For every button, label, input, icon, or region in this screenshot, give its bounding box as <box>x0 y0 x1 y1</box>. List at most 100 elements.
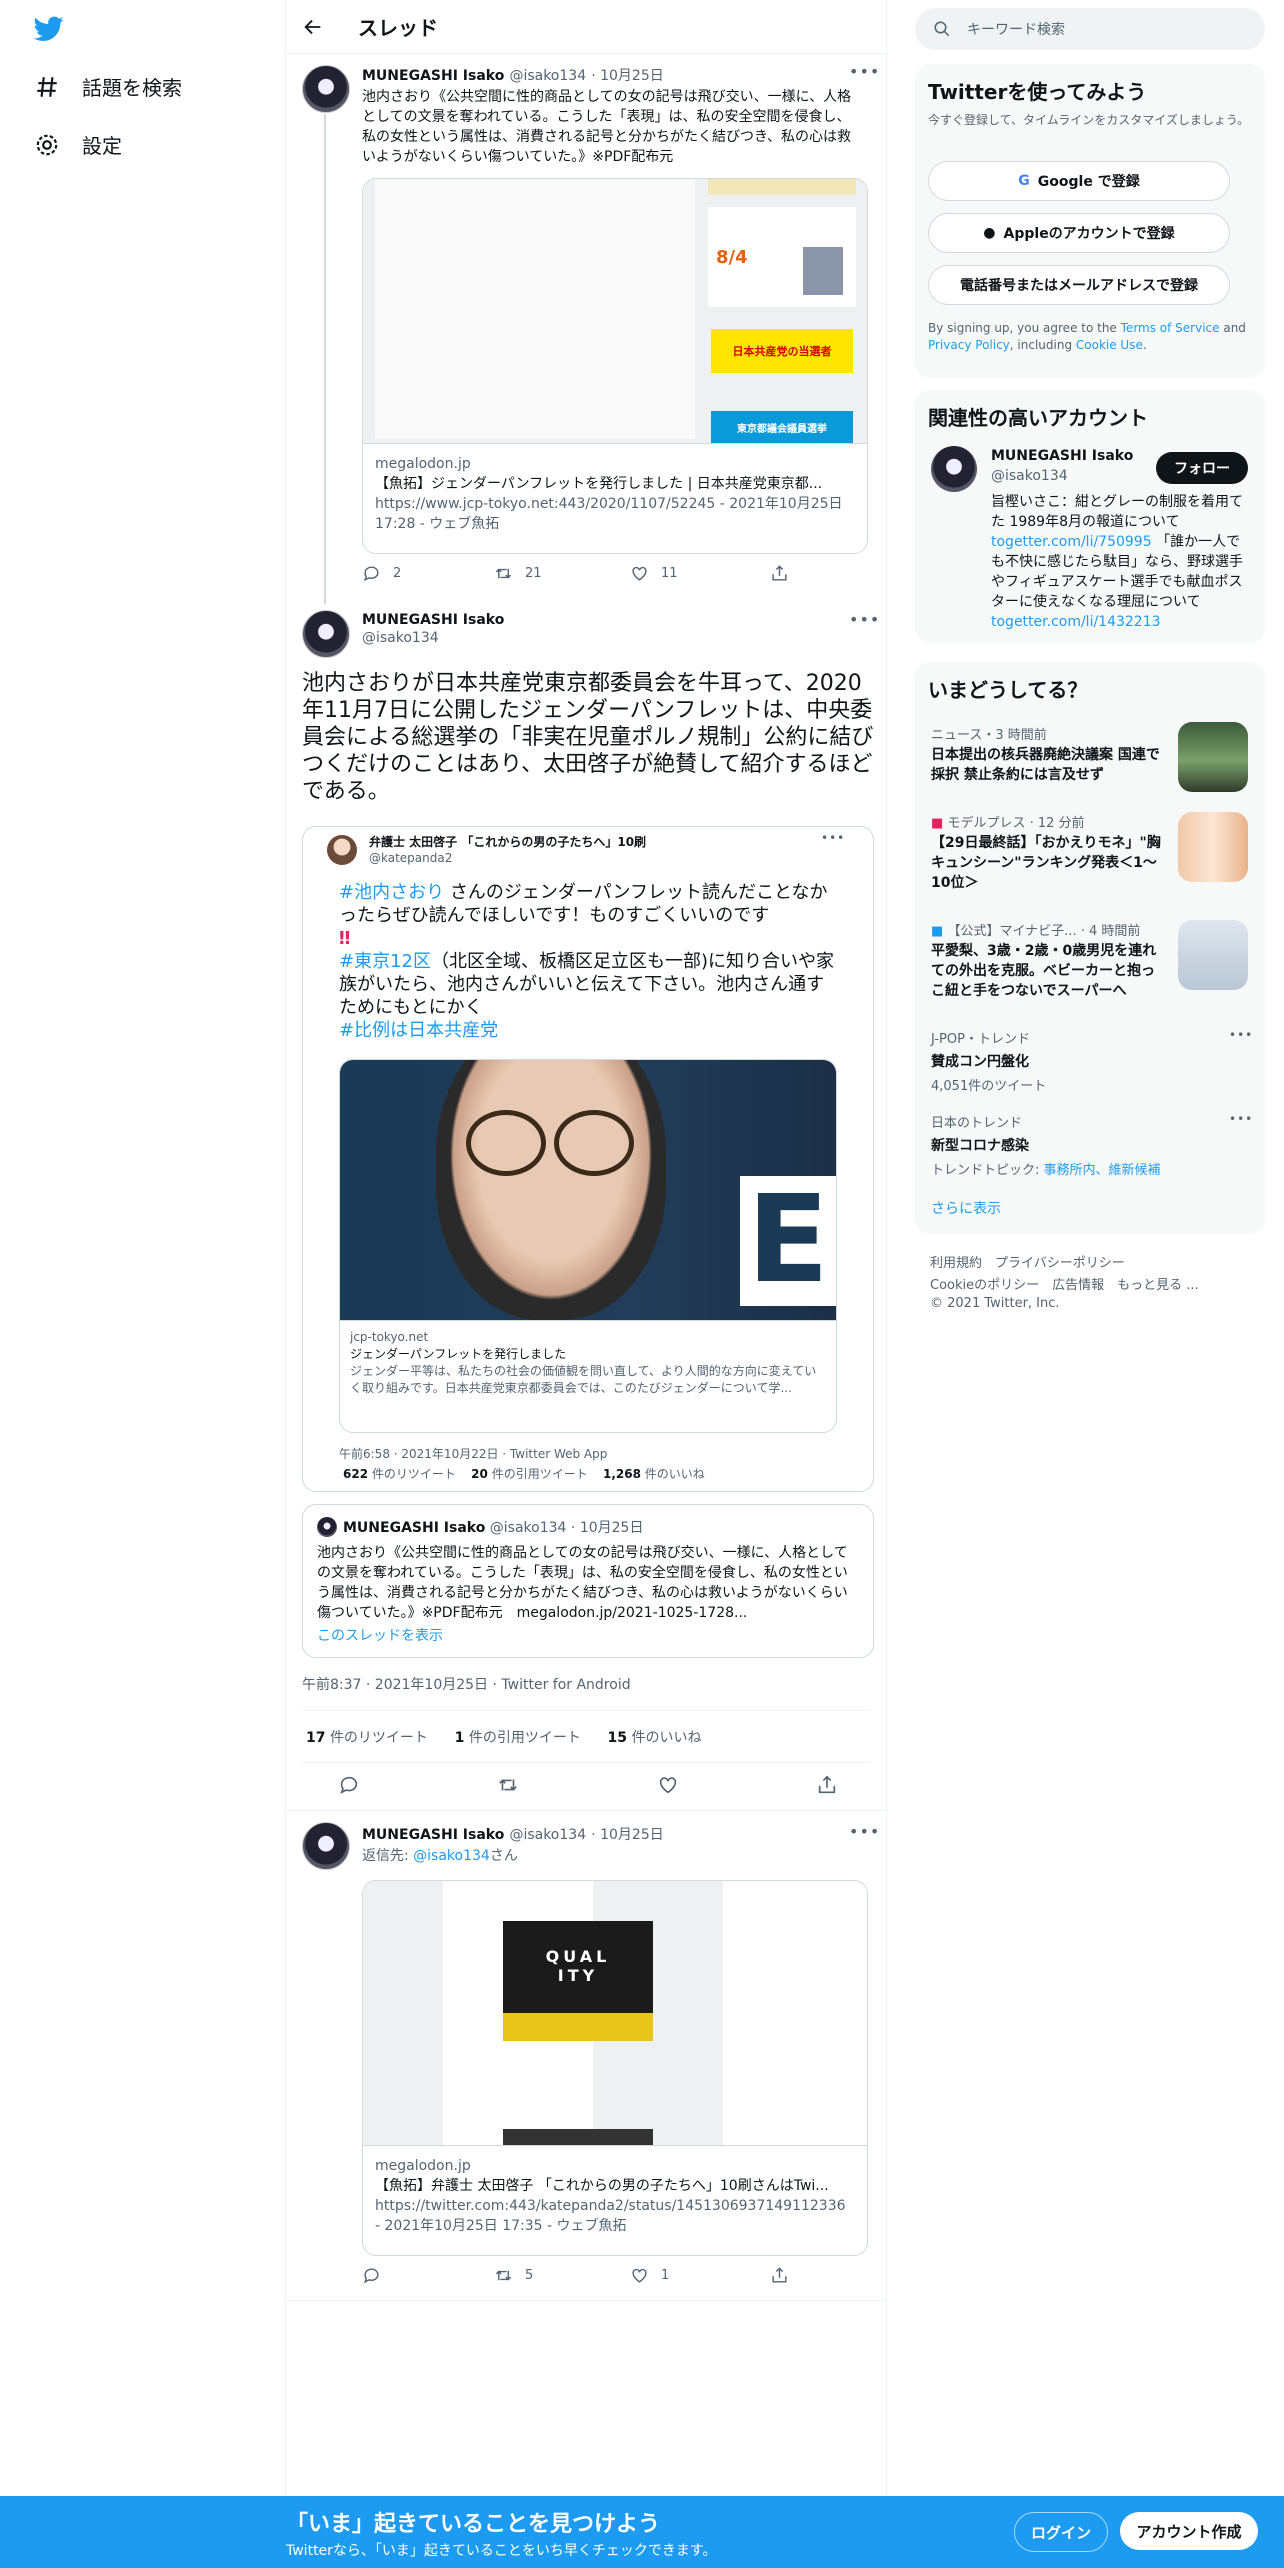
quoted-tweet[interactable]: 弁護士 太田啓子 「これからの男の子たちへ」10刷 @katepanda2 ••… <box>302 826 874 1492</box>
trend-item[interactable]: ■ モデルプレス · 12 分前 【29日最終話】「おかえりモネ」"胸キュンシー… <box>931 812 1166 893</box>
author-handle: @isako134 <box>362 630 439 646</box>
tweet-date[interactable]: · 10月25日 <box>591 1827 664 1843</box>
share-icon[interactable] <box>816 1774 838 1796</box>
retweets-stat[interactable]: 17 件のリツイート <box>306 1730 428 1746</box>
thumb-sidebar <box>723 1881 867 2145</box>
thumb-band <box>503 2129 653 2145</box>
retweet-count: 5 <box>525 2268 534 2283</box>
back-arrow-icon[interactable] <box>302 16 324 38</box>
terms-link[interactable]: Terms of Service <box>1121 321 1220 335</box>
login-button[interactable]: ログイン <box>1014 2512 1108 2552</box>
cookie-link[interactable]: Cookie Use <box>1076 338 1143 352</box>
nav-explore[interactable]: 話題を検索 <box>34 72 182 101</box>
avatar[interactable] <box>302 65 350 113</box>
heart-icon <box>632 566 647 581</box>
retweet-icon[interactable] <box>497 1774 519 1796</box>
card-thumbnail: QUAL ITY <box>363 1881 867 2145</box>
retweet-label: 件のリツイート <box>329 1730 428 1746</box>
share-button[interactable] <box>770 564 789 583</box>
bio-link[interactable]: togetter.com/li/1432213 <box>991 614 1161 630</box>
author-handle[interactable]: @isako134 <box>509 1827 586 1843</box>
reply-icon <box>363 566 379 582</box>
show-more-link[interactable]: さらに表示 <box>931 1198 1001 1218</box>
trend-item[interactable]: 日本のトレンド 新型コロナ感染 トレンドトピック: 事務所内、維新候補 <box>931 1112 1231 1178</box>
trend-item[interactable]: ニュース・3 時間前 日本提出の核兵器廃絶決議案 国連で採択 禁止条約には言及せ… <box>931 724 1166 785</box>
link-card[interactable]: 8/4 日本共産党の当選者 東京都議会議員選挙 megalodon.jp 【魚拓… <box>362 178 868 554</box>
show-thread-link[interactable]: このスレッドを表示 <box>317 1625 443 1645</box>
main-tweet-author[interactable]: MUNEGASHI Isako @isako134 <box>362 612 504 646</box>
apple-signup-button[interactable]: ● Appleのアカウントで登録 <box>928 213 1230 253</box>
retweet-button[interactable]: 5 <box>494 2266 630 2285</box>
glasses-icon <box>554 1110 634 1176</box>
link-card[interactable]: QUAL ITY megalodon.jp 【魚拓】弁護士 太田啓子 「これからの… <box>362 1880 868 2256</box>
card-description: ジェンダー平等は、私たちの社会の価値観を問い直して、より人間的な方向に変えていく… <box>350 1364 817 1395</box>
author-handle: @isako134 <box>489 1520 567 1536</box>
like-count: 1 <box>661 2268 670 2283</box>
author-handle[interactable]: @isako134 <box>509 68 586 84</box>
trend-title: 【29日最終話】「おかえりモネ」"胸キュンシーン"ランキング発表＜1～10位＞ <box>931 835 1161 891</box>
heart-icon[interactable] <box>657 1774 679 1796</box>
phone-signup-label: 電話番号またはメールアドレスで登録 <box>960 278 1198 294</box>
related-handle[interactable]: @isako134 <box>991 468 1068 484</box>
thread-column: スレッド MUNEGASHI Isako @isako134 · 10月25日 … <box>285 0 887 2500</box>
author-name[interactable]: MUNEGASHI Isako <box>362 68 504 84</box>
divider <box>302 1762 870 1763</box>
search-input[interactable]: キーワード検索 <box>967 19 1065 39</box>
reply-icon[interactable] <box>338 1774 360 1796</box>
retweet-count: 17 <box>306 1730 326 1746</box>
phone-signup-button[interactable]: 電話番号またはメールアドレスで登録 <box>928 265 1230 305</box>
thumb-band <box>503 2013 653 2041</box>
main-timestamp[interactable]: 午前8:37 · 2021年10月25日 · Twitter for Andro… <box>302 1674 631 1694</box>
quotes-stat[interactable]: 1 件の引用ツイート <box>455 1730 581 1746</box>
privacy-link[interactable]: Privacy Policy <box>928 338 1010 352</box>
reply-button[interactable] <box>362 2266 494 2285</box>
reply-to-link[interactable]: @isako134 <box>413 1848 490 1864</box>
share-button[interactable] <box>770 2266 789 2285</box>
card-url: https://www.jcp-tokyo.net:443/2020/1107/… <box>375 496 843 532</box>
legal-text: By signing up, you agree to the Terms of… <box>928 320 1253 354</box>
bio-text: 旨樫いさこ：紺とグレーの制服を着用てた 1989年8月の報道について <box>991 494 1243 530</box>
quoted-link-card[interactable]: E jcp-tokyo.net ジェンダーパンフレットを発行しました ジェンダー… <box>339 1059 837 1433</box>
retweet-button[interactable]: 21 <box>494 564 630 583</box>
likes-stat[interactable]: 15 件のいいね <box>608 1730 702 1746</box>
signup-button[interactable]: アカウント作成 <box>1120 2512 1258 2550</box>
quote-label: 件の引用ツイート <box>468 1730 581 1746</box>
hashtag-link[interactable]: #東京12区 <box>339 951 431 972</box>
avatar[interactable] <box>302 610 350 658</box>
like-button[interactable]: 11 <box>630 564 770 583</box>
like-count: 11 <box>661 566 678 581</box>
more-icon[interactable]: ••• <box>849 62 880 81</box>
card-thumbnail: 8/4 日本共産党の当選者 東京都議会議員選挙 <box>363 179 867 443</box>
twitter-logo-icon[interactable] <box>34 16 64 42</box>
legal-part: By signing up, you agree to the <box>928 321 1121 335</box>
thread-header: スレッド <box>286 0 886 53</box>
more-icon[interactable]: ••• <box>849 610 880 629</box>
nav-settings[interactable]: 設定 <box>34 130 122 159</box>
tweet-date[interactable]: · 10月25日 <box>591 68 664 84</box>
trend-topic-links[interactable]: 事務所内、維新候補 <box>1044 1163 1161 1178</box>
avatar[interactable] <box>302 1822 350 1870</box>
reply-button[interactable]: 2 <box>362 564 494 583</box>
trend-image <box>1178 920 1248 990</box>
more-icon[interactable]: ••• <box>1229 1028 1253 1042</box>
avatar[interactable] <box>931 446 977 492</box>
footer-links[interactable]: Cookieのポリシー 広告情報 もっと見る ... <box>930 1274 1199 1293</box>
copyright: © 2021 Twitter, Inc. <box>930 1296 1060 1311</box>
related-name[interactable]: MUNEGASHI Isako <box>991 448 1133 464</box>
more-icon[interactable]: ••• <box>1229 1112 1253 1126</box>
like-button[interactable]: 1 <box>630 2266 770 2285</box>
google-signup-button[interactable]: G Google で登録 <box>928 161 1230 201</box>
tweet-actions: 2 21 11 <box>362 564 862 583</box>
follow-button[interactable]: フォロー <box>1156 452 1248 484</box>
trend-item[interactable]: ■ 【公式】マイナビ子... · 4 時間前 平愛梨、3歳・2歳・0歳男児を連れ… <box>931 920 1166 1001</box>
footer-links[interactable]: 利用規約 プライバシーポリシー <box>930 1252 1125 1271</box>
author-name[interactable]: MUNEGASHI Isako <box>362 1827 504 1843</box>
search-box[interactable]: キーワード検索 <box>915 8 1265 50</box>
hashtag-link[interactable]: #比例は日本共産党 <box>339 1020 498 1041</box>
more-icon[interactable]: ••• <box>849 1822 880 1841</box>
trend-item[interactable]: J-POP・トレンド 賛成コン円盤化 4,051件のツイート <box>931 1028 1231 1094</box>
retweet-icon <box>495 2270 512 2281</box>
quoted-tweet-2[interactable]: MUNEGASHI Isako @isako134 · 10月25日 池内さおり… <box>302 1504 874 1658</box>
hashtag-link[interactable]: #池内さおり <box>339 882 444 903</box>
bio-link[interactable]: togetter.com/li/750995 <box>991 534 1152 550</box>
